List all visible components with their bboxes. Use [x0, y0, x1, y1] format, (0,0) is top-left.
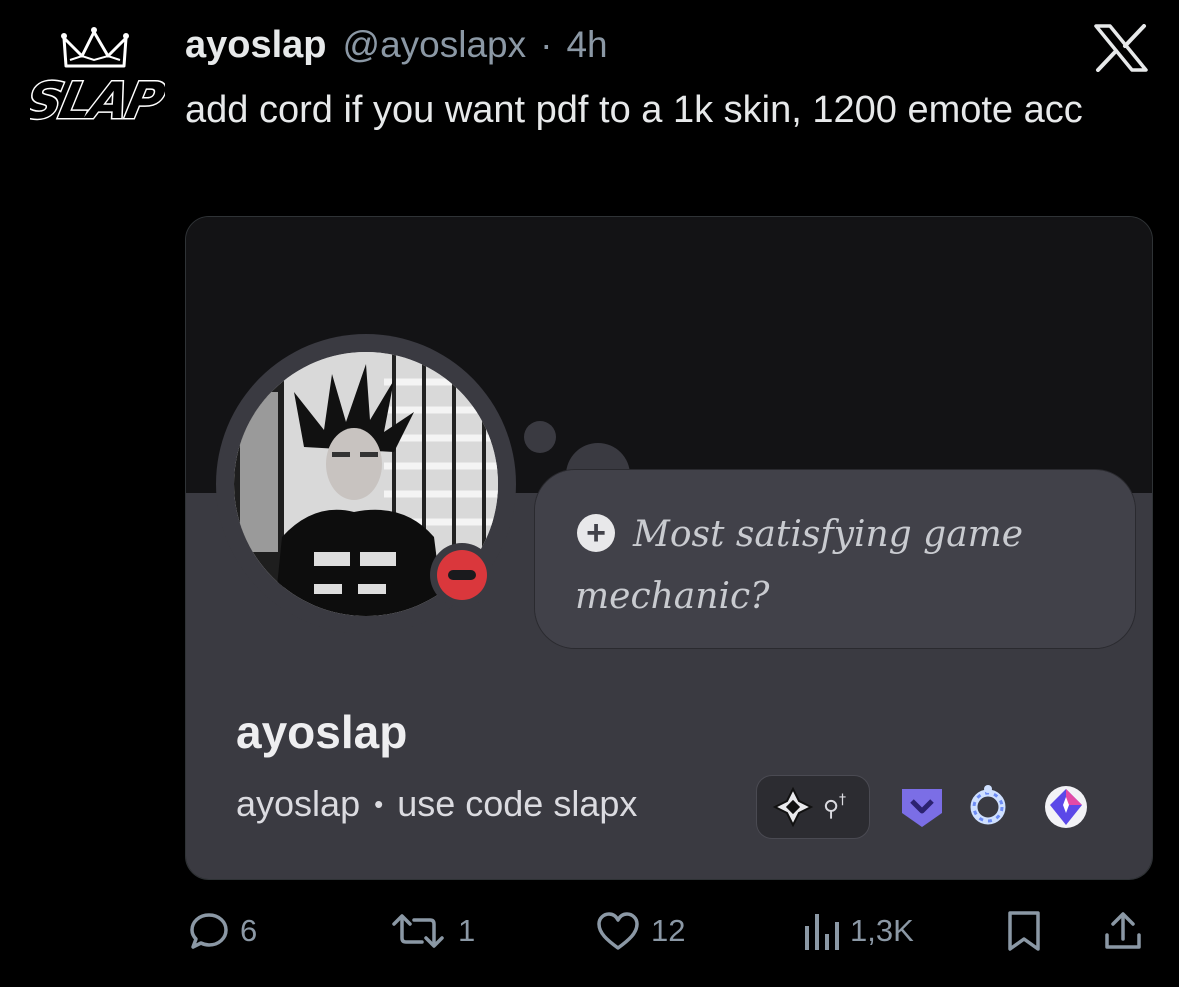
- reply-button[interactable]: 6: [188, 898, 257, 964]
- views-button[interactable]: 1,3K: [802, 898, 914, 964]
- nitro-shield-badge-icon: [898, 783, 946, 831]
- share-icon: [1105, 912, 1141, 949]
- svg-text:†: †: [839, 792, 846, 808]
- subtitle-bullet: •: [374, 788, 384, 819]
- share-button[interactable]: [1102, 898, 1144, 964]
- x-logo-icon[interactable]: [1094, 24, 1148, 72]
- like-count: 12: [651, 913, 686, 948]
- svg-text:SLAP: SLAP: [30, 72, 165, 130]
- tweet-action-bar: 6 1 12 1,3K: [0, 898, 1179, 964]
- author-avatar[interactable]: SLAP: [19, 26, 171, 136]
- repost-icon: [392, 914, 444, 948]
- profile-display-name: ayoslap: [236, 706, 408, 758]
- guild-tag-icon: ⚲ †: [756, 775, 870, 839]
- author-display-name[interactable]: ayoslap: [185, 24, 327, 67]
- profile-custom-status: use code slapx: [397, 783, 638, 824]
- reply-icon: [190, 913, 228, 949]
- profile-username: ayoslap: [236, 783, 361, 824]
- profile-subtitle: ayoslap • use code slapx: [236, 783, 637, 825]
- profile-note-text: Most satisfying game mechanic?: [575, 514, 1024, 617]
- bookmark-icon: [1008, 911, 1040, 951]
- quest-gem-badge-icon: [1042, 783, 1090, 831]
- boost-laurel-badge-icon: [964, 783, 1012, 831]
- tweet-text: add cord if you want pdf to a 1k skin, 1…: [185, 89, 1083, 131]
- repost-count: 1: [458, 913, 476, 948]
- author-handle[interactable]: @ayoslapx: [343, 24, 527, 66]
- svg-text:⚲: ⚲: [823, 797, 839, 822]
- tweet-media-image[interactable]: + Most satisfying game mechanic? ayoslap…: [185, 216, 1153, 880]
- thought-bubble-dot-small: [524, 421, 556, 453]
- profile-note-bubble[interactable]: + Most satisfying game mechanic?: [535, 470, 1135, 648]
- views-chart-icon: [805, 914, 839, 950]
- heart-icon: [597, 912, 639, 950]
- tweet-timestamp[interactable]: 4h: [566, 24, 607, 66]
- repost-button[interactable]: 1: [388, 898, 475, 964]
- view-count: 1,3K: [850, 913, 914, 948]
- tweet-header: ayoslap @ayoslapx · 4h: [185, 22, 608, 68]
- header-separator: ·: [540, 24, 553, 65]
- like-button[interactable]: 12: [595, 898, 685, 964]
- reply-count: 6: [240, 913, 258, 948]
- slap-crown-logo-icon: SLAP: [19, 27, 171, 131]
- do-not-disturb-status-icon: [437, 550, 487, 600]
- bookmark-button[interactable]: [1004, 898, 1044, 964]
